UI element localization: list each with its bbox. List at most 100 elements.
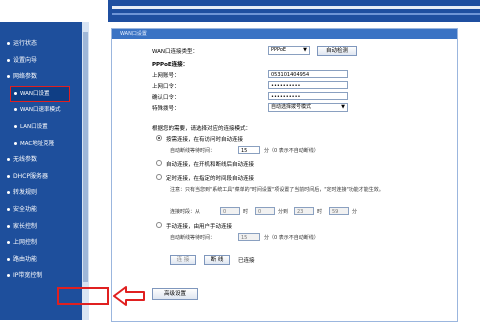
confirm-password-input[interactable]: •••••••••• bbox=[268, 92, 348, 100]
bullet-icon bbox=[14, 91, 17, 95]
sidebar-item-label: 家长控制 bbox=[13, 222, 38, 230]
wan-type-select[interactable]: PPPoE ▼ bbox=[268, 46, 310, 55]
sidebar-item-forwarding[interactable]: 转发规则 bbox=[0, 185, 82, 202]
sidebar-item-parental[interactable]: 家长控制 bbox=[0, 219, 82, 236]
sidebar-item-label: 运行状态 bbox=[13, 40, 38, 47]
sidebar-item-access-control[interactable]: 上网控制 bbox=[0, 235, 82, 252]
sidebar-item-wan-speed[interactable]: WAN口速率模式 bbox=[0, 102, 82, 119]
timed-hour-text: 时 bbox=[243, 209, 249, 215]
password-input[interactable]: •••••••••• bbox=[268, 81, 348, 89]
top-banner bbox=[0, 0, 480, 22]
pppoe-section-label: PPPoE连接： bbox=[152, 62, 189, 68]
bullet-icon bbox=[7, 42, 10, 45]
bullet-icon bbox=[7, 158, 10, 162]
sidebar-item-label: 网络参数 bbox=[13, 73, 38, 81]
connect-button[interactable]: 连 接 bbox=[170, 255, 196, 265]
sidebar: 运行状态 设置向导 网络参数 WAN口设置 WAN口速率模式 LAN口设置 MA… bbox=[0, 22, 82, 320]
sidebar-item-label: DHCP服务器 bbox=[13, 172, 48, 180]
pointer-arrow-icon bbox=[113, 286, 145, 306]
connection-status: 已连接 bbox=[238, 258, 255, 264]
sidebar-item-label: WAN口设置 bbox=[20, 90, 50, 97]
bullet-icon bbox=[7, 75, 10, 79]
sidebar-item-lan[interactable]: LAN口设置 bbox=[0, 119, 82, 136]
bullet-icon bbox=[7, 224, 10, 228]
timed-min-text: 分到 bbox=[278, 209, 289, 215]
confirm-password-label: 确认口令： bbox=[152, 95, 180, 101]
sidebar-item-wireless[interactable]: 无线参数 bbox=[0, 152, 82, 169]
disconnect-button[interactable]: 断 线 bbox=[204, 255, 230, 265]
timed-to-minute-input[interactable]: 59 bbox=[329, 207, 349, 215]
bullet-icon bbox=[7, 274, 10, 278]
sidebar-item-status[interactable]: 运行状态 bbox=[0, 36, 82, 53]
sidebar-item-mac-clone[interactable]: MAC地址克隆 bbox=[0, 136, 82, 153]
mode-demand-label: 按需连接，在有访问时自动连接 bbox=[166, 137, 244, 143]
mode-demand-radio[interactable] bbox=[156, 135, 162, 141]
timed-to-hour-input[interactable]: 23 bbox=[294, 207, 314, 215]
sidebar-scrollbar[interactable] bbox=[82, 22, 89, 320]
manual-idle-input[interactable]: 15 bbox=[238, 233, 260, 241]
timed-end-text: 分 bbox=[352, 209, 358, 215]
timed-from-minute-input[interactable]: 0 bbox=[255, 207, 275, 215]
sidebar-item-label: MAC地址克隆 bbox=[20, 140, 55, 147]
manual-idle-suffix: 分（0 表示不自动断线） bbox=[264, 235, 319, 241]
sidebar-item-label: 转发规则 bbox=[13, 189, 38, 197]
panel-title: WAN口设置 bbox=[112, 29, 457, 39]
sidebar-item-wizard[interactable]: 设置向导 bbox=[0, 53, 82, 70]
timed-range-label: 连接时段：从 bbox=[170, 209, 201, 215]
sidebar-item-security[interactable]: 安全功能 bbox=[0, 202, 82, 219]
special-dial-value: 自动选择拨号模式 bbox=[271, 104, 312, 110]
auto-detect-button[interactable]: 自动检测 bbox=[317, 46, 357, 56]
logo-area bbox=[0, 0, 108, 22]
bullet-icon bbox=[7, 58, 10, 62]
special-dial-select[interactable]: 自动选择拨号模式 ▼ bbox=[268, 103, 348, 112]
bullet-icon bbox=[7, 257, 10, 261]
demand-idle-input[interactable]: 15 bbox=[238, 146, 260, 154]
mode-timed-radio[interactable] bbox=[156, 174, 162, 180]
bullet-icon bbox=[14, 124, 17, 128]
banner-stripe-secondary bbox=[112, 13, 480, 15]
sidebar-item-label: 上网控制 bbox=[13, 239, 38, 247]
sidebar-item-label: 安全功能 bbox=[13, 205, 38, 213]
timed-note: 注意：只有当您到"系统工具"菜单的"时间设置"项设置了当前时间后，"定时连接"功… bbox=[170, 187, 384, 193]
password-label: 上网口令： bbox=[152, 84, 180, 90]
demand-idle-suffix: 分（0 表示不自动断线） bbox=[264, 148, 319, 154]
bullet-icon bbox=[14, 141, 17, 145]
timed-hour-text-2: 时 bbox=[317, 209, 323, 215]
advanced-settings-button[interactable]: 高级设置 bbox=[152, 288, 198, 300]
sidebar-item-routing[interactable]: 路由功能 bbox=[0, 252, 82, 269]
banner-stripe bbox=[112, 6, 480, 9]
sidebar-item-wan[interactable]: WAN口设置 bbox=[10, 85, 70, 103]
mode-manual-label: 手动连接，由用户手动连接 bbox=[166, 224, 233, 230]
bullet-icon bbox=[7, 174, 10, 178]
special-dial-label: 特殊拨号： bbox=[152, 106, 180, 112]
timed-from-hour-input[interactable]: 0 bbox=[220, 207, 240, 215]
sidebar-item-network[interactable]: 网络参数 bbox=[0, 69, 82, 86]
sidebar-item-label: 设置向导 bbox=[13, 56, 38, 64]
sidebar-item-label: 无线参数 bbox=[13, 156, 38, 164]
demand-idle-label: 自动断线等待时间： bbox=[170, 148, 216, 154]
sidebar-menu: 运行状态 设置向导 网络参数 WAN口设置 WAN口速率模式 LAN口设置 MA… bbox=[0, 22, 82, 285]
sidebar-item-bandwidth[interactable]: IP带宽控制 bbox=[0, 268, 82, 285]
mode-timed-label: 定时连接，在指定的时间段自动连接 bbox=[166, 176, 255, 182]
wan-settings-panel: WAN口设置 WAN口连接类型： PPPoE ▼ 自动检测 PPPoE连接： 上网… bbox=[111, 28, 458, 322]
sidebar-item-dhcp[interactable]: DHCP服务器 bbox=[0, 169, 82, 186]
bullet-icon bbox=[7, 191, 10, 195]
chevron-down-icon: ▼ bbox=[303, 47, 307, 53]
main-content: WAN口设置 WAN口连接类型： PPPoE ▼ 自动检测 PPPoE连接： 上网… bbox=[89, 22, 480, 322]
account-label: 上网账号： bbox=[152, 73, 180, 79]
chevron-down-icon: ▼ bbox=[341, 104, 345, 110]
bullet-icon bbox=[7, 207, 10, 211]
mode-auto-label: 自动连接，在开机和断线后自动连接 bbox=[166, 162, 255, 168]
account-input[interactable]: 053101404954 bbox=[268, 70, 348, 78]
wan-type-value: PPPoE bbox=[271, 47, 287, 53]
mode-auto-radio[interactable] bbox=[156, 160, 162, 166]
mode-manual-radio[interactable] bbox=[156, 222, 162, 228]
bullet-icon bbox=[7, 241, 10, 245]
bullet-icon bbox=[14, 108, 17, 112]
wan-type-label: WAN口连接类型： bbox=[152, 49, 199, 55]
scrollbar-thumb[interactable] bbox=[83, 32, 88, 282]
manual-idle-label: 自动断线等待时间： bbox=[170, 235, 216, 241]
sidebar-item-label: 路由功能 bbox=[13, 255, 38, 263]
sidebar-item-label: WAN口速率模式 bbox=[20, 107, 61, 114]
mode-hint: 根据您的需要，请选择对应的连接模式： bbox=[152, 126, 252, 132]
